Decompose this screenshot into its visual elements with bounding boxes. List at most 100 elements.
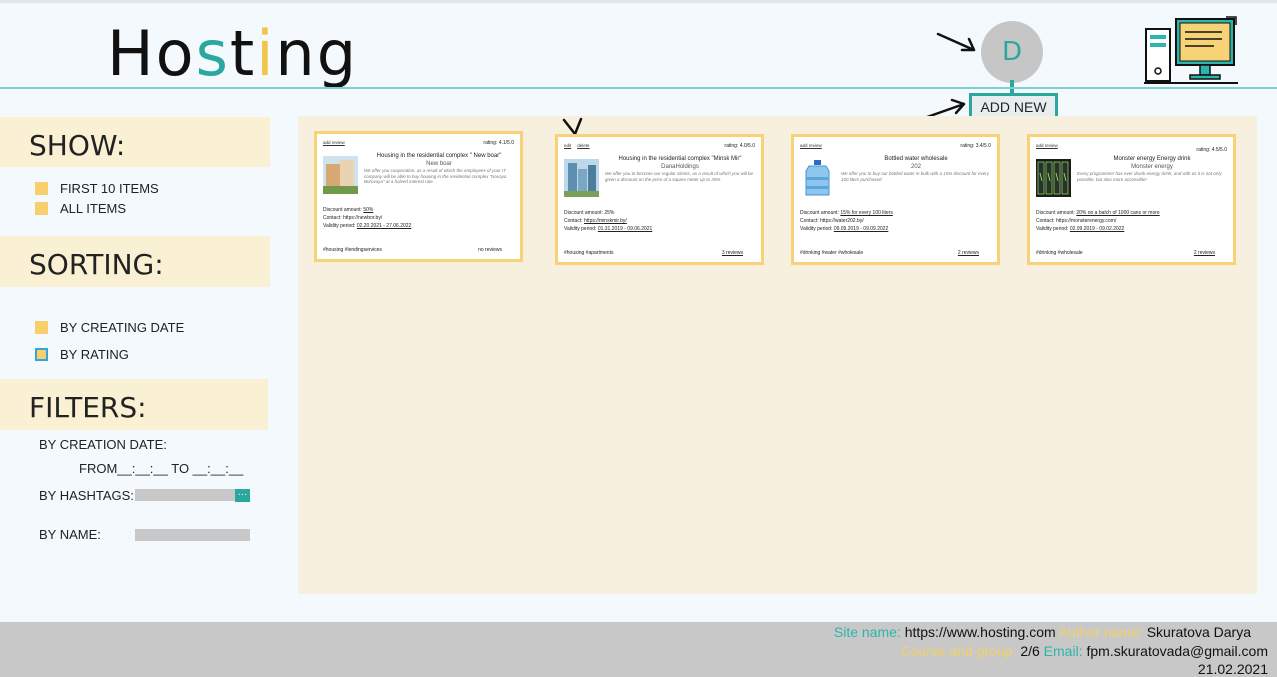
validity-label: Validity period: [1036, 226, 1070, 232]
option-label: BY RATING [60, 347, 129, 362]
discount-value: 15% for every 100 liters [840, 210, 893, 216]
ad-card[interactable]: edit delete rating: 4.0/5.0 Housing in the… [555, 134, 764, 265]
delete-link[interactable]: delete [577, 143, 589, 148]
card-reviews: no reviews [478, 247, 502, 253]
card-title: Housing in the residential complex "Mins… [618, 156, 742, 162]
card-company: New boar [426, 161, 452, 167]
name-input[interactable] [135, 529, 250, 541]
add-review-link[interactable]: add review [1036, 143, 1058, 148]
show-option-first-10[interactable]: FIRST 10 ITEMS [35, 181, 159, 196]
card-rating: rating: 4.5/5.0 [1196, 147, 1227, 153]
footer-date: 21.02.2021 [1197, 661, 1268, 677]
site-label: Site name: [833, 624, 905, 640]
show-option-all[interactable]: ALL ITEMS [35, 201, 126, 216]
validity-label: Validity period: [564, 226, 598, 232]
card-company: DanaHoldings [661, 164, 699, 170]
checkbox[interactable] [35, 321, 48, 334]
contact-link[interactable]: https://minskmir.by/ [584, 218, 627, 224]
filter-date-range[interactable]: FROM__:__:__ TO __:__:__ [79, 461, 243, 476]
logo-part: Ho [107, 17, 196, 90]
add-review-link[interactable]: add review [323, 140, 345, 145]
validity-label: Validity period: [323, 223, 357, 229]
hashtags-more-button[interactable]: ··· [235, 489, 250, 502]
card-hashtags[interactable]: #drinking #water #wholesale [800, 250, 863, 256]
card-title: Bottled water wholesale [884, 156, 948, 162]
contact-label: Contact: [564, 218, 585, 224]
filter-name-label: BY NAME: [39, 527, 101, 542]
card-rating: rating: 3.4/5.0 [960, 143, 991, 149]
discount-value: 20% on a batch of 1000 cans or more [1076, 210, 1160, 216]
logo-part: ng [275, 17, 359, 90]
sorting-section-title: SORTING: [0, 236, 270, 287]
sort-option-creating-date[interactable]: BY CREATING DATE [35, 320, 184, 335]
site-logo[interactable]: Hosting [107, 14, 358, 94]
site-url[interactable]: https://www.hosting.com [905, 624, 1056, 640]
ad-card[interactable]: add review rating: 4.5/5.0 Monster energy… [1027, 134, 1236, 265]
card-hashtags[interactable]: #housing #apartments [564, 250, 613, 256]
course-value: 2/6 [1020, 643, 1040, 659]
discount-label: Discount amount: [1036, 210, 1077, 216]
discount-label: Discount amount: [800, 210, 841, 216]
user-avatar[interactable]: D [981, 21, 1043, 83]
email-label: Email: [1039, 643, 1087, 659]
card-rating: rating: 4.0/5.0 [724, 143, 755, 149]
validity-value: 02.09.2019 - 09.02.2022 [1069, 226, 1125, 232]
top-border [0, 0, 1277, 3]
author-name: Skuratova Darya [1146, 624, 1251, 640]
show-section-title: SHOW: [0, 117, 270, 167]
option-label: BY CREATING DATE [60, 320, 185, 335]
discount-value: 50% [363, 207, 374, 213]
author-label: Author name: [1055, 624, 1147, 640]
checkbox[interactable] [35, 202, 48, 215]
card-description: Every programmer has ever drunk energy d… [1077, 171, 1222, 182]
discount-label: Discount amount: [564, 210, 605, 216]
email-value[interactable]: fpm.skuratovada@gmail.com [1086, 643, 1268, 659]
filter-hashtags-label: BY HASHTAGS: [39, 488, 134, 503]
option-label: FIRST 10 ITEMS [60, 181, 159, 196]
sort-option-rating[interactable]: BY RATING [35, 347, 129, 362]
water-bottle-image [800, 159, 835, 197]
filters-section-title: FILTERS: [0, 379, 268, 430]
building-image [564, 159, 599, 197]
validity-value: 09.09.2019 - 09.09.2022 [833, 226, 889, 232]
contact-label: Contact: [800, 218, 821, 224]
logo-part: t [229, 17, 257, 90]
contact-link[interactable]: https://monsterenergy.com/ [1056, 218, 1116, 224]
header-divider [0, 87, 1277, 89]
card-hashtags[interactable]: #drinking #wholesale [1036, 250, 1083, 256]
ad-card[interactable]: add review rating: 4.1/5.0 Housing in the… [314, 131, 523, 262]
option-label: ALL ITEMS [60, 201, 126, 216]
contact-link[interactable]: https://water202.by/ [820, 218, 864, 224]
checkbox[interactable] [35, 182, 48, 195]
logo-part: s [195, 17, 230, 90]
checkbox-selected[interactable] [35, 348, 48, 361]
filter-creation-date-label: BY CREATION DATE: [39, 437, 167, 452]
card-company: Monster energy [1131, 164, 1173, 170]
card-rating: rating: 4.1/5.0 [483, 140, 514, 146]
contact-label: Contact: [1036, 218, 1057, 224]
validity-value: 02.20.2021 - 27.06.2022 [356, 223, 412, 229]
card-reviews[interactable]: 2 reviews [1194, 250, 1215, 256]
building-image [323, 156, 358, 194]
logo-part: i [256, 17, 276, 90]
energy-drink-image [1036, 159, 1071, 197]
card-hashtags[interactable]: #housing #lendingservices [323, 247, 382, 253]
add-review-link[interactable]: add review [800, 143, 822, 148]
edit-link[interactable]: edit [564, 143, 571, 148]
card-title: Monster energy Energy drink [1113, 156, 1191, 162]
contact-link[interactable]: https://newbor.by/ [343, 215, 382, 221]
card-reviews[interactable]: 3 reviews [722, 250, 743, 256]
contact-label: Contact: [323, 215, 344, 221]
hashtags-input[interactable] [135, 489, 235, 501]
footer-line-1: Site name: https://www.hosting.com Autho… [834, 623, 1251, 642]
discount-label: Discount amount: [323, 207, 364, 213]
card-description: We offer you to become our regular clien… [605, 171, 753, 182]
card-reviews[interactable]: 2 reviews [958, 250, 979, 256]
card-description: We offer you cooperation, as a result of… [364, 168, 507, 184]
discount-value: 25% [604, 210, 615, 216]
card-description: We offer you to buy our bottled water in… [841, 171, 989, 182]
computer-icon [1144, 16, 1238, 84]
ad-card[interactable]: add review rating: 3.4/5.0 Bottled water … [791, 134, 1000, 265]
page-footer: Site name: https://www.hosting.com Autho… [0, 622, 1277, 677]
card-company: 202 [910, 164, 921, 170]
